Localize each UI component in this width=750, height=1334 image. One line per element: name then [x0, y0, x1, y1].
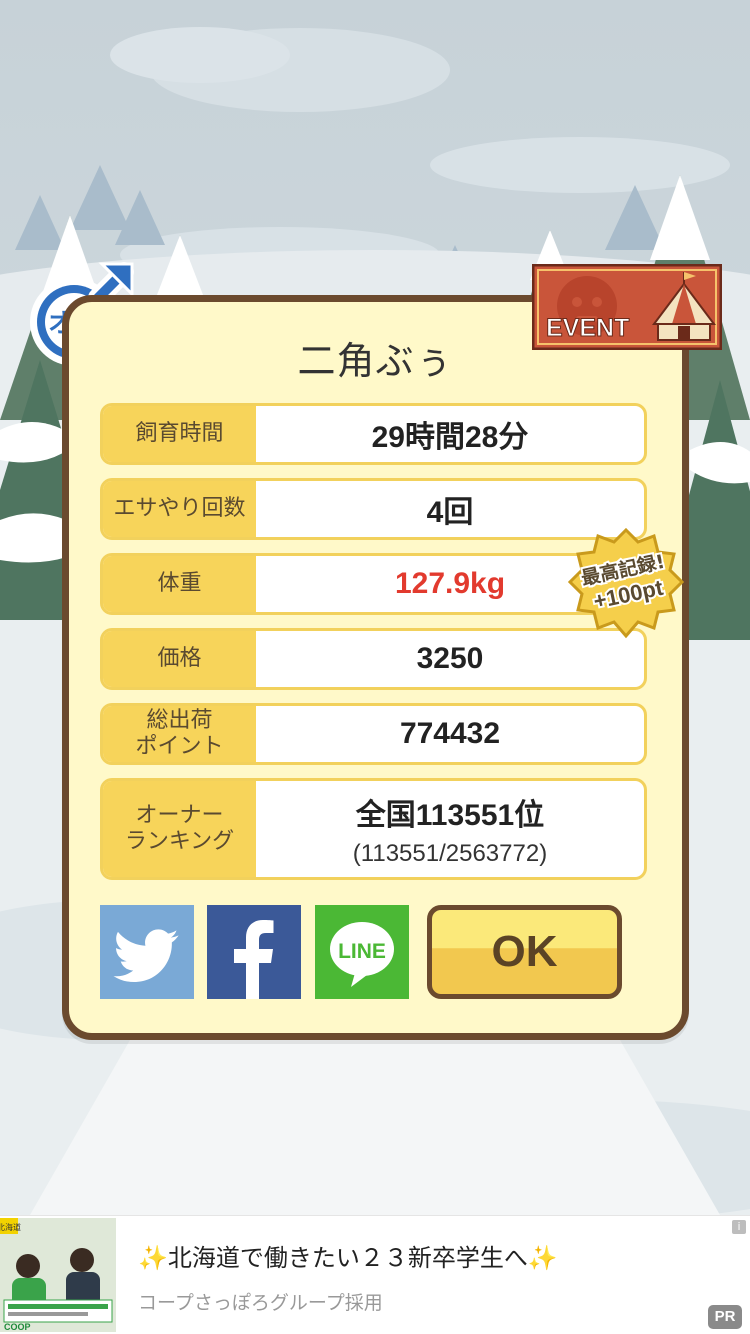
game-screen: オス 二角ぶぅ 飼育時間 29時間28分 エサやり回数 4回 体重 127.9k… [0, 0, 750, 1334]
ad-thumb-tag: 北海道 [0, 1222, 21, 1232]
stat-row-feed-count: エサやり回数 4回 [100, 478, 647, 540]
ranking-detail: (113551/2563772) [352, 840, 548, 867]
ad-thumbnail[interactable]: 北海道 COOP [0, 1218, 116, 1332]
ad-title-text: 北海道で働きたい２３新卒学生へ [167, 1244, 528, 1272]
stat-row-raising-time: 飼育時間 29時間28分 [100, 403, 647, 465]
stat-label: エサやり回数 [103, 481, 256, 537]
ad-pr-label: PR [708, 1305, 742, 1329]
stat-value: 29時間28分 [371, 421, 529, 454]
stat-value: 全国113551位 (113551/2563772) [256, 781, 644, 877]
line-label: LINE [338, 940, 386, 963]
ad-thumb-logo: COOP [4, 1322, 31, 1332]
sparkle-icon: ✨ [138, 1244, 168, 1272]
stat-label: 価格 [103, 631, 256, 687]
stat-label: 総出荷 ポイント [103, 706, 256, 762]
ad-thumbnail-image: 北海道 COOP [0, 1218, 116, 1332]
event-badge[interactable]: EVENT [532, 264, 722, 350]
twitter-bird-icon [113, 929, 179, 983]
stat-label-line: オーナー [135, 803, 224, 828]
stat-label-line: ランキング [124, 829, 235, 854]
stat-value: 774432 [399, 717, 501, 750]
stat-label-line: ポイント [135, 734, 224, 759]
stat-row-owner-ranking: オーナー ランキング 全国113551位 (113551/2563772) [100, 778, 647, 880]
twitter-share-button[interactable] [100, 905, 194, 999]
stat-label: 体重 [103, 556, 256, 612]
line-chat-icon: LINE [330, 922, 394, 987]
event-label: EVENT [546, 314, 629, 342]
stat-label-line: 総出荷 [146, 708, 213, 733]
stat-row-weight: 体重 127.9kg [100, 553, 647, 615]
ranking-value: 全国113551位 [355, 799, 545, 832]
facebook-share-button[interactable] [207, 905, 301, 999]
line-share-button[interactable]: LINE [315, 905, 409, 999]
stat-label: オーナー ランキング [103, 781, 256, 877]
ad-title[interactable]: ✨北海道で働きたい２３新卒学生へ✨ [138, 1238, 558, 1273]
record-badge: 最高記録! +100pt [568, 528, 684, 639]
sparkle-icon: ✨ [527, 1244, 558, 1272]
ok-button[interactable]: OK [427, 905, 622, 999]
ad-subtitle: コープさっぽろグループ採用 [138, 1292, 383, 1314]
stat-label: 飼育時間 [103, 406, 256, 462]
stat-row-price: 価格 3250 [100, 628, 647, 690]
facebook-f-icon [234, 920, 274, 999]
ad-banner[interactable]: 北海道 COOP ✨北海道で働きたい２３新卒学生へ✨ コープさっぽろグループ採用… [0, 1215, 750, 1334]
stat-row-shipping-points: 総出荷 ポイント 774432 [100, 703, 647, 765]
ad-info-icon[interactable]: i [732, 1220, 746, 1234]
